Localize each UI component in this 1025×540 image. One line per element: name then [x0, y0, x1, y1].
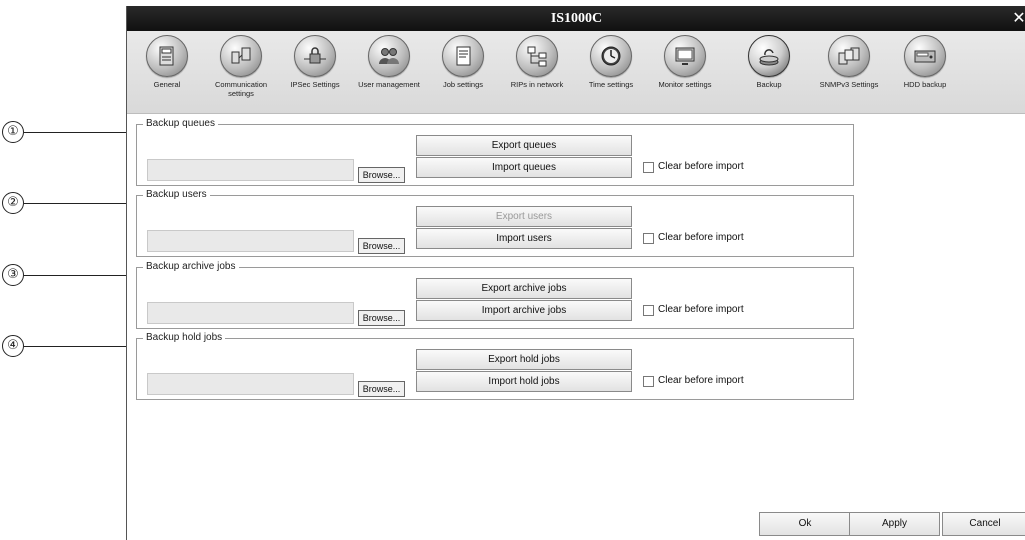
- tool-user-management[interactable]: User management: [353, 35, 425, 111]
- hold-jobs-file-path-field[interactable]: [147, 373, 354, 395]
- rip-server-icon: [146, 35, 188, 77]
- tool-label: Monitor settings: [658, 80, 712, 89]
- tool-snmpv3-settings[interactable]: SNMPv3 Settings: [813, 35, 885, 111]
- hdd-icon: [904, 35, 946, 77]
- callout-2: ②: [2, 192, 134, 214]
- import-hold-jobs-button[interactable]: Import hold jobs: [416, 371, 632, 392]
- tool-label: General: [153, 80, 181, 89]
- import-queues-button[interactable]: Import queues: [416, 157, 632, 178]
- tool-label: User management: [358, 80, 420, 89]
- export-queues-button[interactable]: Export queues: [416, 135, 632, 156]
- tool-time-settings[interactable]: Time settings: [575, 35, 647, 111]
- callout-3: ③: [2, 264, 134, 286]
- callout-number: ③: [2, 264, 24, 286]
- title-bar: IS1000C ✕: [127, 6, 1025, 31]
- tool-label: Time settings: [588, 80, 634, 89]
- group-backup-queues: Backup queues Export queues Browse... Im…: [136, 118, 854, 186]
- settings-window: IS1000C ✕ General Communication settings…: [126, 6, 1025, 540]
- export-hold-jobs-button[interactable]: Export hold jobs: [416, 349, 632, 370]
- checkbox-label: Clear before import: [658, 161, 744, 172]
- group-backup-archive-jobs: Backup archive jobs Export archive jobs …: [136, 261, 854, 329]
- tool-rips-in-network[interactable]: RIPs in network: [501, 35, 573, 111]
- users-file-path-field[interactable]: [147, 230, 354, 252]
- checkbox-label: Clear before import: [658, 304, 744, 315]
- callout-line: [24, 203, 134, 204]
- tool-hdd-backup[interactable]: HDD backup: [889, 35, 961, 111]
- ok-button[interactable]: Ok: [759, 512, 851, 536]
- tool-backup[interactable]: Backup: [733, 35, 805, 111]
- group-legend: Backup users: [143, 189, 210, 201]
- browse-queues-button[interactable]: Browse...: [358, 167, 405, 183]
- clear-archive-jobs-checkbox[interactable]: [643, 305, 654, 316]
- window-title: IS1000C: [550, 11, 603, 26]
- tool-label: IPSec Settings: [290, 80, 340, 89]
- import-archive-jobs-button[interactable]: Import archive jobs: [416, 300, 632, 321]
- callout-number: ④: [2, 335, 24, 357]
- backup-icon: [748, 35, 790, 77]
- tool-job-settings[interactable]: Job settings: [427, 35, 499, 111]
- callout-line: [24, 275, 134, 276]
- import-users-button[interactable]: Import users: [416, 228, 632, 249]
- group-backup-hold-jobs: Backup hold jobs Export hold jobs Browse…: [136, 332, 854, 400]
- clear-queues-checkbox[interactable]: [643, 162, 654, 173]
- group-legend: Backup queues: [143, 118, 218, 130]
- browse-archive-jobs-button[interactable]: Browse...: [358, 310, 405, 326]
- apply-button[interactable]: Apply: [849, 512, 940, 536]
- network-computers-icon: [220, 35, 262, 77]
- queues-file-path-field[interactable]: [147, 159, 354, 181]
- clear-users-checkbox[interactable]: [643, 233, 654, 244]
- tool-label: Job settings: [442, 80, 484, 89]
- tool-general[interactable]: General: [131, 35, 203, 111]
- callout-number: ②: [2, 192, 24, 214]
- tool-communication-settings[interactable]: Communication settings: [205, 35, 277, 111]
- snmp-computers-icon: [828, 35, 870, 77]
- clear-hold-jobs-checkbox[interactable]: [643, 376, 654, 387]
- clock-icon: [590, 35, 632, 77]
- callout-line: [24, 132, 134, 133]
- callout-1: ①: [2, 121, 134, 143]
- callout-4: ④: [2, 335, 134, 357]
- document-icon: [442, 35, 484, 77]
- lock-network-icon: [294, 35, 336, 77]
- tool-label: RIPs in network: [510, 80, 564, 89]
- browse-users-button[interactable]: Browse...: [358, 238, 405, 254]
- monitor-icon: [664, 35, 706, 77]
- tool-label: Communication settings: [214, 80, 268, 98]
- settings-toolbar: General Communication settings IPSec Set…: [127, 31, 1025, 114]
- checkbox-label: Clear before import: [658, 375, 744, 386]
- export-archive-jobs-button[interactable]: Export archive jobs: [416, 278, 632, 299]
- export-users-button[interactable]: Export users: [416, 206, 632, 227]
- tool-label: HDD backup: [903, 80, 947, 89]
- tool-monitor-settings[interactable]: Monitor settings: [649, 35, 721, 111]
- group-legend: Backup archive jobs: [143, 261, 239, 273]
- callout-number: ①: [2, 121, 24, 143]
- group-legend: Backup hold jobs: [143, 332, 226, 344]
- close-icon[interactable]: ✕: [1012, 8, 1025, 28]
- cancel-button[interactable]: Cancel: [942, 512, 1025, 536]
- checkbox-label: Clear before import: [658, 232, 744, 243]
- group-backup-users: Backup users Export users Browse... Impo…: [136, 189, 854, 257]
- tool-label: SNMPv3 Settings: [819, 80, 879, 89]
- tool-label: Backup: [756, 80, 782, 89]
- users-icon: [368, 35, 410, 77]
- network-tree-icon: [516, 35, 558, 77]
- tool-ipsec-settings[interactable]: IPSec Settings: [279, 35, 351, 111]
- browse-hold-jobs-button[interactable]: Browse...: [358, 381, 405, 397]
- archive-jobs-file-path-field[interactable]: [147, 302, 354, 324]
- callout-line: [24, 346, 134, 347]
